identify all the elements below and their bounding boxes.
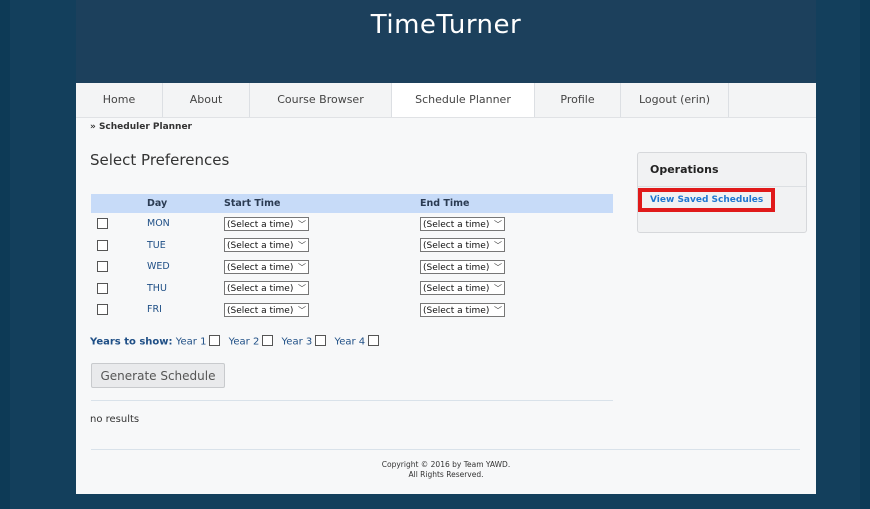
day-checkbox[interactable] — [97, 218, 108, 230]
years-filter: Years to show: Year 1 Year 2 Year 3 Year… — [90, 335, 384, 348]
chevron-down-icon: ﹀ — [298, 305, 306, 315]
start-time-select[interactable]: (Select a time) ﹀ — [224, 259, 309, 274]
footer-copyright: Copyright © 2016 by Team YAWD. All Right… — [76, 460, 816, 480]
year-1-label: Year 1 — [175, 336, 207, 348]
day-checkbox[interactable] — [97, 282, 108, 294]
site-title: TimeTurner — [370, 10, 522, 40]
chevron-down-icon: ﹀ — [494, 219, 502, 229]
year-3-label: Year 3 — [281, 336, 313, 348]
chevron-down-icon: ﹀ — [298, 262, 306, 272]
day-checkbox[interactable] — [97, 239, 108, 251]
year-2-checkbox[interactable] — [262, 335, 274, 346]
table-row: THU (Select a time) ﹀ (Select a time) ﹀ — [91, 278, 613, 300]
breadcrumb: » Scheduler Planner — [90, 122, 192, 132]
nav-schedule-planner[interactable]: Schedule Planner — [392, 83, 535, 117]
nav-home[interactable]: Home — [76, 83, 163, 117]
preferences-table: Day Start Time End Time MON (Select a ti… — [91, 194, 613, 321]
day-checkbox[interactable] — [97, 304, 108, 316]
chevron-down-icon: ﹀ — [494, 305, 502, 315]
operations-title: Operations — [650, 163, 719, 176]
results-status: no results — [90, 414, 140, 425]
nav-course-browser[interactable]: Course Browser — [250, 83, 392, 117]
day-label: THU — [147, 282, 167, 294]
view-saved-schedules-link[interactable]: View Saved Schedules — [638, 188, 775, 212]
year-4-checkbox[interactable] — [368, 335, 380, 346]
divider — [638, 186, 806, 187]
nav-logout[interactable]: Logout (erin) — [621, 83, 729, 117]
year-4-label: Year 4 — [334, 336, 366, 348]
end-time-select[interactable]: (Select a time) ﹀ — [420, 302, 505, 317]
top-navigation: Home About Course Browser Schedule Plann… — [76, 83, 816, 118]
table-row: FRI (Select a time) ﹀ (Select a time) ﹀ — [91, 299, 613, 321]
end-time-select[interactable]: (Select a time) ﹀ — [420, 281, 505, 296]
day-label: MON — [147, 218, 170, 230]
nav-profile[interactable]: Profile — [535, 83, 621, 117]
column-header-day: Day — [147, 198, 168, 209]
chevron-down-icon: ﹀ — [494, 241, 502, 251]
year-2-label: Year 2 — [228, 336, 260, 348]
page-title: Select Preferences — [90, 151, 230, 169]
divider — [91, 400, 613, 401]
day-label: FRI — [147, 304, 162, 316]
operations-panel: Operations View Saved Schedules — [637, 152, 807, 233]
column-header-start-time: Start Time — [224, 198, 281, 209]
chevron-down-icon: ﹀ — [298, 284, 306, 294]
rights-line: All Rights Reserved. — [408, 470, 484, 479]
nav-about[interactable]: About — [163, 83, 250, 117]
copyright-line: Copyright © 2016 by Team YAWD. — [381, 460, 511, 469]
start-time-select[interactable]: (Select a time) ﹀ — [224, 302, 309, 317]
main-container: TimeTurner Home About Course Browser Sch… — [76, 0, 816, 494]
footer-divider — [91, 449, 800, 450]
chevron-down-icon: ﹀ — [494, 284, 502, 294]
day-checkbox[interactable] — [97, 261, 108, 273]
year-3-checkbox[interactable] — [315, 335, 327, 346]
start-time-select[interactable]: (Select a time) ﹀ — [224, 216, 309, 231]
day-label: WED — [147, 261, 170, 273]
end-time-select[interactable]: (Select a time) ﹀ — [420, 216, 505, 231]
years-label: Years to show: — [90, 336, 173, 348]
day-label: TUE — [147, 239, 166, 251]
start-time-select[interactable]: (Select a time) ﹀ — [224, 238, 309, 253]
end-time-select[interactable]: (Select a time) ﹀ — [420, 259, 505, 274]
site-header: TimeTurner — [76, 0, 816, 83]
chevron-down-icon: ﹀ — [494, 262, 502, 272]
start-time-select[interactable]: (Select a time) ﹀ — [224, 281, 309, 296]
end-time-select[interactable]: (Select a time) ﹀ — [420, 238, 505, 253]
column-header-end-time: End Time — [420, 198, 470, 209]
table-row: TUE (Select a time) ﹀ (Select a time) ﹀ — [91, 235, 613, 257]
table-header-row: Day Start Time End Time — [91, 194, 613, 213]
chevron-down-icon: ﹀ — [298, 219, 306, 229]
chevron-down-icon: ﹀ — [298, 241, 306, 251]
year-1-checkbox[interactable] — [209, 335, 221, 346]
table-row: MON (Select a time) ﹀ (Select a time) ﹀ — [91, 213, 613, 235]
table-row: WED (Select a time) ﹀ (Select a time) ﹀ — [91, 256, 613, 278]
generate-schedule-button[interactable]: Generate Schedule — [91, 363, 225, 388]
